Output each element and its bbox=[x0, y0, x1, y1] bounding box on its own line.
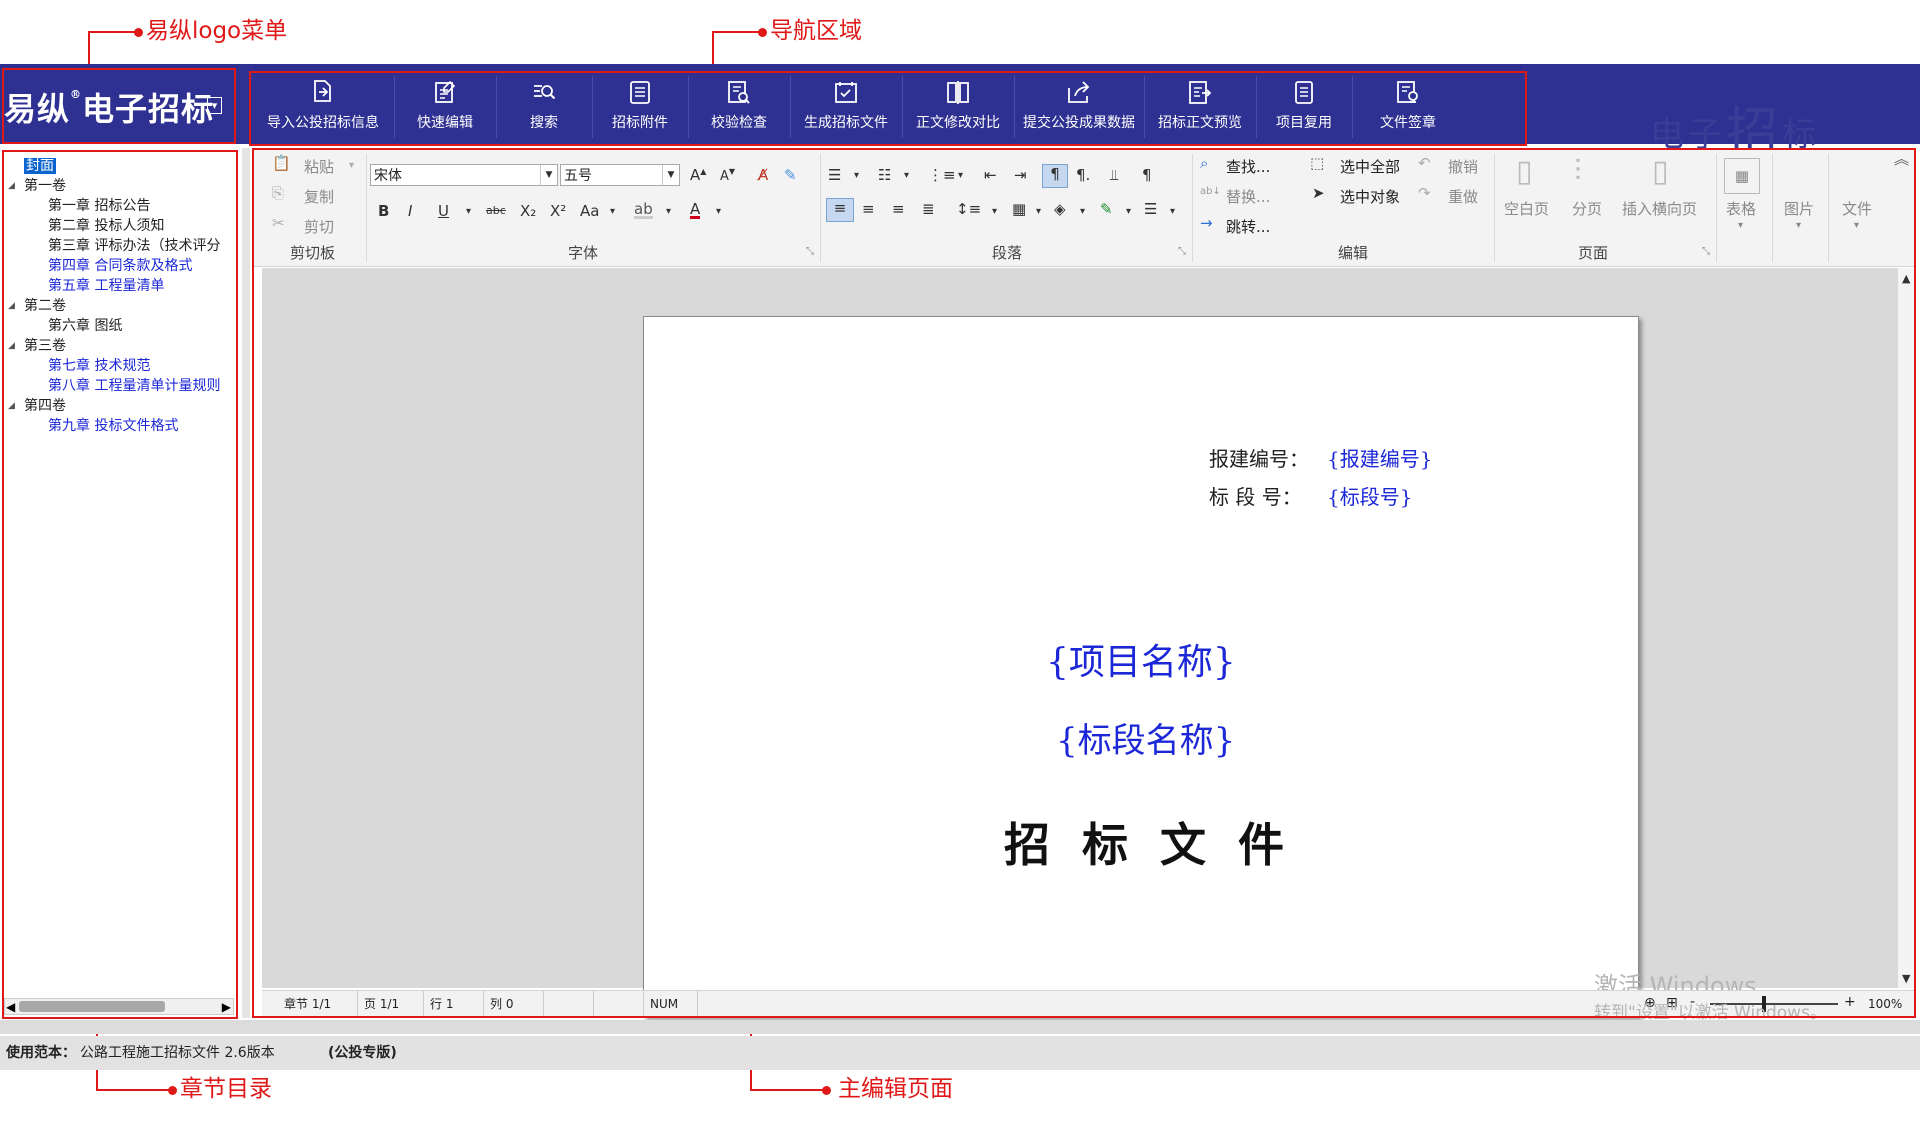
callout-line bbox=[750, 1089, 824, 1091]
callout-nav-area: 导航区域 bbox=[770, 18, 862, 44]
highlight-main-editor bbox=[252, 148, 1916, 1018]
callout-line bbox=[96, 1089, 170, 1091]
footer-bar: 使用范本： 公路工程施工招标文件 2.6版本 (公投专版) bbox=[0, 1036, 1920, 1070]
highlight-nav-area bbox=[249, 71, 1527, 146]
panel-splitter[interactable] bbox=[242, 148, 250, 1018]
highlight-chapter-toc bbox=[2, 150, 238, 1019]
template-name: 公路工程施工招标文件 2.6版本 bbox=[80, 1045, 275, 1061]
callout-logo-menu: 易纵logo菜单 bbox=[146, 18, 288, 44]
bottom-splitter[interactable] bbox=[0, 1020, 1920, 1034]
template-label: 使用范本： bbox=[6, 1045, 76, 1061]
callout-main-editor: 主编辑页面 bbox=[838, 1076, 953, 1102]
callout-line bbox=[88, 31, 136, 33]
highlight-logo-menu bbox=[2, 68, 236, 144]
callout-line bbox=[712, 31, 760, 33]
template-edition: (公投专版) bbox=[328, 1045, 397, 1061]
callout-chapter-toc: 章节目录 bbox=[180, 1076, 272, 1102]
